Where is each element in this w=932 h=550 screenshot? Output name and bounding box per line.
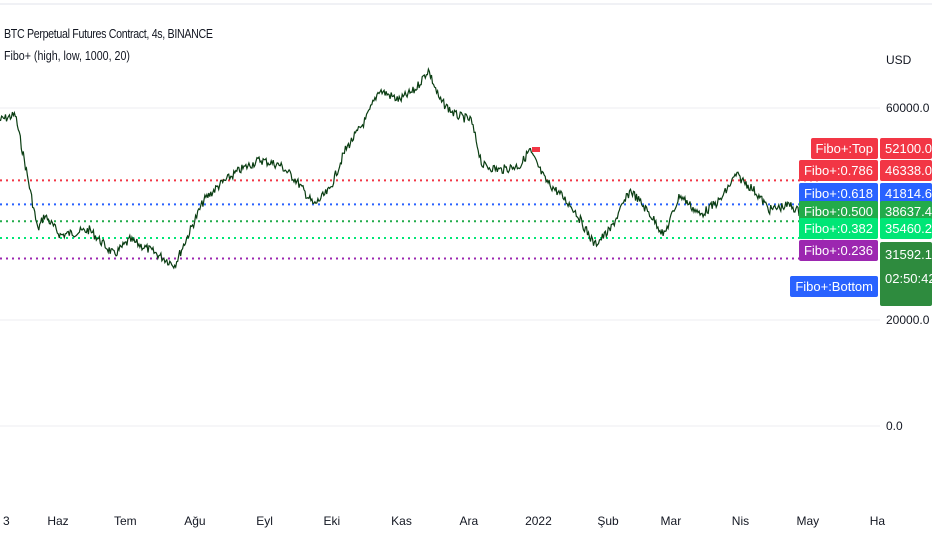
x-tick-label: Ha xyxy=(870,514,886,528)
fibo-label: Fibo+:0.236 xyxy=(798,240,878,261)
price-chart[interactable]: 60000.0 20000.0 0.0 USD 3 Haz Tem Ağu Eyl Eki Kas A… xyxy=(0,0,932,550)
x-tick-label: Mar xyxy=(661,514,682,528)
chart-container[interactable]: 60000.0 20000.0 0.0 USD 3 Haz Tem Ağu Eyl Eki Kas A… xyxy=(0,0,932,550)
x-tick-label: Ağu xyxy=(184,514,205,528)
fibo-value-label: 52100.0 xyxy=(880,138,932,159)
x-tick-label: May xyxy=(796,514,819,528)
x-tick-label: Nis xyxy=(732,514,749,528)
y-tick-label: 0.0 xyxy=(886,419,903,433)
fibo-label: Fibo+:Top xyxy=(810,138,878,159)
x-tick-label: Ara xyxy=(459,514,478,528)
symbol-title: BTC Perpetual Futures Contract, 4s, BINA… xyxy=(4,26,213,41)
x-tick-label: Şub xyxy=(597,514,619,528)
x-tick-label: Eki xyxy=(324,514,341,528)
currency-label: USD xyxy=(886,53,912,67)
indicator-legend[interactable]: Fibo+ (high, low, 1000, 20) xyxy=(4,48,130,63)
x-tick-label: Eyl xyxy=(256,514,273,528)
x-tick-label: Tem xyxy=(114,514,137,528)
fibo-label: Fibo+:0.382 xyxy=(798,218,878,239)
fibo-marker xyxy=(532,147,540,152)
last-price-value: 31592.1 xyxy=(885,247,932,262)
x-tick-label: 2022 xyxy=(525,514,552,528)
x-tick-label: 3 xyxy=(3,514,10,528)
y-tick-label: 60000.0 xyxy=(886,101,930,115)
price-series-line xyxy=(0,66,826,270)
fibo-value-label: 46338.0 xyxy=(880,160,932,181)
last-price-label: 31592.1 02:50:42 xyxy=(880,242,932,306)
x-tick-label: Haz xyxy=(47,514,68,528)
fibo-label: Fibo+:0.786 xyxy=(798,160,878,181)
bar-countdown: 02:50:42 xyxy=(885,271,932,286)
x-tick-label: Kas xyxy=(391,514,412,528)
fibo-value-label: 35460.2 xyxy=(880,218,932,239)
fibo-label: Fibo+:Bottom xyxy=(790,276,878,297)
y-tick-label: 20000.0 xyxy=(886,313,930,327)
